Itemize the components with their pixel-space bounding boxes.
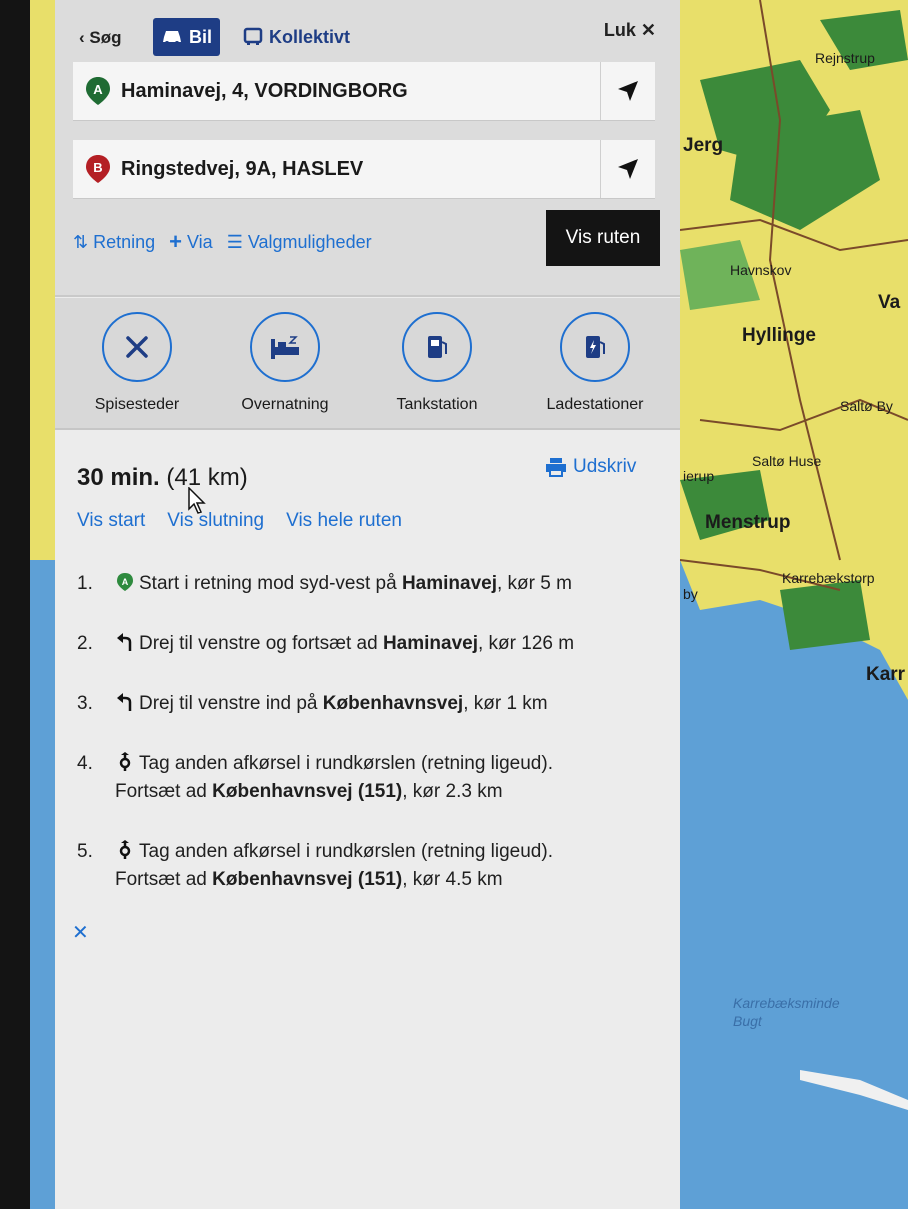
svg-text:B: B <box>93 160 102 175</box>
swap-arrows-icon: ⇅ <box>73 231 89 252</box>
to-field[interactable]: B Ringstedvej, 9A, HASLEV <box>73 140 655 199</box>
list-icon: ☰ <box>226 231 243 252</box>
svg-text:A: A <box>122 577 129 587</box>
locate-from-button[interactable] <box>600 62 655 120</box>
car-icon <box>163 31 181 45</box>
view-end-link[interactable]: Vis slutning <box>167 510 264 532</box>
bed-icon <box>271 336 299 359</box>
route-duration: 30 min. (41 km) <box>77 464 248 491</box>
map-label: Jerg <box>683 135 724 156</box>
map-label: Bugt <box>733 1013 762 1029</box>
tab-car[interactable]: Bil <box>153 18 221 56</box>
direction-step[interactable]: 1. A Start i retning mod syd-vest på Hami… <box>77 570 667 598</box>
tab-transit-label: Kollektivt <box>269 26 351 47</box>
map-label: Havnskov <box>730 262 792 278</box>
map-label: Karrebæksminde <box>733 995 840 1011</box>
reverse-direction-link[interactable]: ⇅ Retning <box>73 232 155 253</box>
plus-icon: + <box>169 229 182 254</box>
close-directions-icon[interactable]: ✕ <box>72 920 89 945</box>
turn-left-icon <box>117 693 132 711</box>
map-label: Hyllinge <box>742 325 816 346</box>
map-label: Menstrup <box>705 512 791 533</box>
location-arrow-icon <box>618 159 638 179</box>
locate-to-button[interactable] <box>600 140 655 198</box>
fork-knife-icon <box>126 336 148 358</box>
mouse-cursor-icon <box>188 487 206 514</box>
poi-lodging[interactable]: Overnatning <box>215 312 355 414</box>
close-button[interactable]: Luk ✕ <box>604 20 656 41</box>
fuel-pump-icon <box>428 336 447 358</box>
svg-text:A: A <box>93 82 103 97</box>
printer-icon <box>546 458 566 477</box>
options-link[interactable]: ☰ Valgmuligheder <box>227 232 372 253</box>
start-a-icon: A <box>117 573 133 591</box>
from-address: Haminavej, 4, VORDINGBORG <box>121 79 408 102</box>
directions-list: 1. A Start i retning mod syd-vest på Hami… <box>77 570 667 926</box>
marker-b-icon: B <box>86 155 110 183</box>
tab-car-label: Bil <box>189 26 213 47</box>
add-via-link[interactable]: + Via <box>169 229 213 255</box>
map-label: Saltø Huse <box>752 453 822 469</box>
map-label: Saltø By <box>840 398 893 414</box>
to-address: Ringstedvej, 9A, HASLEV <box>121 157 364 180</box>
show-route-button[interactable]: Vis ruten <box>546 210 660 266</box>
direction-step[interactable]: 5. Tag anden afkørsel i rundkørslen (ret… <box>77 838 667 894</box>
tab-transit[interactable]: Kollektivt <box>235 18 358 56</box>
back-link[interactable]: ‹ Søg <box>79 28 122 48</box>
map-label: Va <box>878 292 901 313</box>
direction-step[interactable]: 4. Tag anden afkørsel i rundkørslen (ret… <box>77 750 667 806</box>
bus-icon <box>243 27 263 45</box>
roundabout-icon <box>119 752 131 771</box>
direction-step[interactable]: 3. Drej til venstre ind på Københavnsvej… <box>77 690 667 718</box>
poi-fuel[interactable]: Tankstation <box>367 312 507 414</box>
map-label: Karr <box>866 664 906 685</box>
from-field[interactable]: A Haminavej, 4, VORDINGBORG <box>73 62 655 121</box>
map-label: ierup <box>683 468 715 484</box>
roundabout-icon <box>119 840 131 859</box>
turn-left-icon <box>117 633 132 651</box>
map-label: Rejnstrup <box>815 50 875 66</box>
map-label: Karrebækstorp <box>782 570 875 586</box>
close-icon: ✕ <box>640 20 656 40</box>
poi-bar: Spisesteder Overnatning Tankstation Lade… <box>55 298 680 430</box>
poi-charging[interactable]: Ladestationer <box>525 312 665 414</box>
location-arrow-icon <box>618 81 638 101</box>
marker-a-icon: A <box>86 77 110 105</box>
direction-step[interactable]: 2. Drej til venstre og fortsæt ad Hamina… <box>77 630 667 658</box>
screen-bezel <box>0 0 30 1209</box>
map-label: by <box>683 586 698 602</box>
view-all-link[interactable]: Vis hele ruten <box>286 510 402 532</box>
print-link[interactable]: Udskriv <box>545 456 636 478</box>
route-header: ‹ Søg Bil Kollektivt Luk ✕ A Haminavej, … <box>55 0 680 297</box>
poi-restaurants[interactable]: Spisesteder <box>67 312 207 414</box>
view-start-link[interactable]: Vis start <box>77 510 145 532</box>
ev-charger-icon <box>586 336 605 358</box>
